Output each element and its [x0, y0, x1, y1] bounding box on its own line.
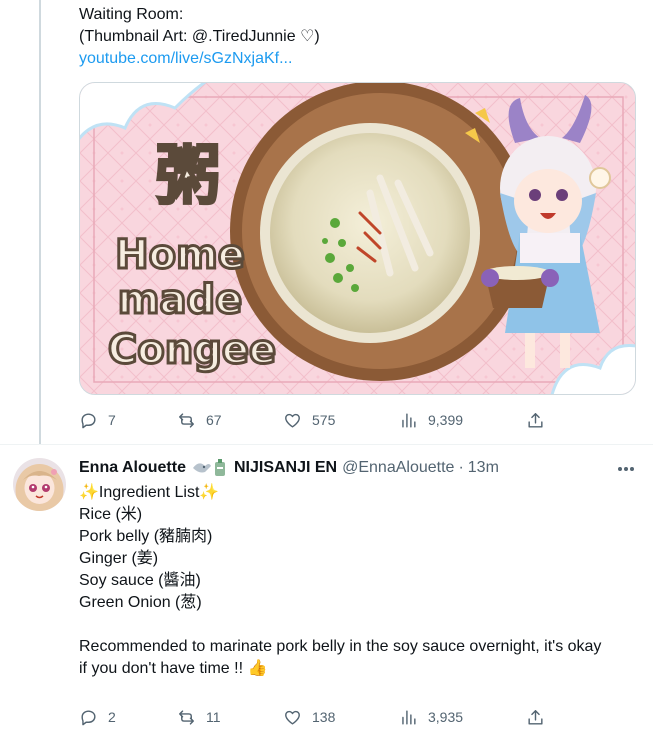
- tweet-divider: [0, 444, 653, 445]
- tweet-2-header: Enna Alouette NIJISANJI EN @EnnaAlouette…: [79, 457, 499, 479]
- thumbnail-kanji: 粥: [156, 139, 220, 214]
- paragraph-line: if you don't have time !! 👍: [79, 660, 268, 677]
- affiliation-label[interactable]: NIJISANJI EN: [234, 459, 337, 477]
- share-icon: [528, 412, 543, 428]
- retweet-icon: [179, 709, 194, 725]
- tweet-1-action-bar: 7 67 575 9,399: [79, 408, 559, 432]
- separator-dot: ·: [458, 459, 464, 476]
- views-button[interactable]: 3,935: [399, 708, 463, 727]
- like-button[interactable]: 138: [283, 708, 335, 727]
- tweet-1-text: Waiting Room: (Thumbnail Art: @.TiredJun…: [79, 4, 320, 70]
- ingredient-line: Green Onion (葱): [79, 594, 202, 611]
- reply-icon: [81, 412, 96, 428]
- ingredient-line: Rice (米): [79, 506, 143, 523]
- views-chart-icon: [402, 412, 416, 428]
- ingredient-line: Pork belly (豬腩肉): [79, 528, 213, 545]
- thumbnail-word: Congee: [108, 327, 276, 373]
- reply-button[interactable]: 2: [79, 708, 116, 727]
- ingredient-list-title: ✨Ingredient List✨: [79, 484, 220, 501]
- reply-count: 2: [108, 709, 116, 725]
- tweet-timestamp[interactable]: 13m: [468, 459, 499, 477]
- share-button[interactable]: [526, 708, 545, 727]
- bird-badge-icon: [191, 458, 229, 478]
- heart-icon: [285, 413, 300, 428]
- share-icon: [528, 709, 543, 725]
- more-options-button[interactable]: [614, 460, 638, 478]
- heart-icon: [285, 710, 300, 725]
- retweet-button[interactable]: 67: [177, 411, 222, 430]
- tweet-2-action-bar: 2 11 138 3,935: [79, 705, 559, 729]
- reply-icon: [81, 709, 96, 725]
- retweet-button[interactable]: 11: [177, 708, 221, 727]
- paragraph-line: Recommended to marinate pork belly in th…: [79, 638, 602, 655]
- ingredient-line: Ginger (姜): [79, 550, 159, 567]
- author-name[interactable]: Enna Alouette: [79, 459, 186, 477]
- views-chart-icon: [402, 709, 416, 725]
- thread-connector-line: [39, 0, 41, 445]
- reply-count: 7: [108, 412, 116, 428]
- views-count: 9,399: [428, 412, 464, 428]
- like-count: 575: [312, 412, 336, 428]
- like-button[interactable]: 575: [283, 411, 335, 430]
- views-count: 3,935: [428, 709, 464, 725]
- thumbnail-word: made: [118, 277, 242, 323]
- youtube-link[interactable]: youtube.com/live/sGzNxjaKf...: [79, 48, 320, 70]
- stream-thumbnail-image[interactable]: 粥 Home made Congee: [79, 82, 636, 395]
- avatar[interactable]: [13, 458, 66, 511]
- views-button[interactable]: 9,399: [399, 411, 463, 430]
- share-button[interactable]: [526, 411, 545, 430]
- retweet-count: 67: [206, 412, 222, 428]
- ingredient-line: Soy sauce (醬油): [79, 572, 201, 589]
- retweet-icon: [179, 412, 194, 428]
- tweet-1-line: Waiting Room:: [79, 6, 184, 23]
- reply-button[interactable]: 7: [79, 411, 116, 430]
- more-dots-icon: [618, 467, 634, 471]
- tweet-1-line: (Thumbnail Art: @.TiredJunnie ♡): [79, 28, 320, 45]
- thumbnail-word: Home: [115, 232, 245, 278]
- retweet-count: 11: [206, 709, 221, 725]
- tweet-2-text: ✨Ingredient List✨ Rice (米) Pork belly (豬…: [79, 482, 639, 680]
- like-count: 138: [312, 709, 336, 725]
- author-handle[interactable]: @EnnaAlouette: [342, 459, 454, 477]
